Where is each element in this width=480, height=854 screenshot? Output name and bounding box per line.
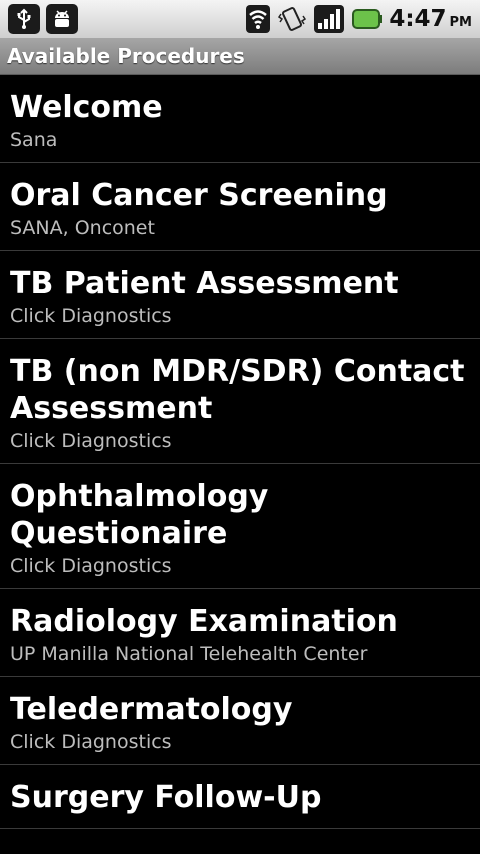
vibrate-icon [277,4,307,34]
title-bar: Available Procedures [0,38,480,75]
procedure-item-oral-cancer-screening[interactable]: Oral Cancer Screening SANA, Onconet [0,163,480,251]
procedure-title: Ophthalmology Questionaire [10,479,269,551]
procedure-list[interactable]: Welcome Sana Oral Cancer Screening SANA,… [0,75,480,854]
procedure-subtitle: Click Diagnostics [10,731,172,753]
procedure-item-radiology-examination[interactable]: Radiology Examination UP Manilla Nationa… [0,589,480,677]
procedure-title: Radiology Examination [10,604,398,639]
procedure-title: Teledermatology [10,692,293,727]
status-bar: 4:47 PM [0,0,480,38]
signal-icon [313,4,345,34]
procedure-item-ophthalmology-questionaire[interactable]: Ophthalmology Questionaire Click Diagnos… [0,464,480,589]
procedure-subtitle: Sana [10,129,58,151]
usb-icon [8,4,40,34]
procedure-subtitle: Click Diagnostics [10,555,172,577]
procedure-item-tb-patient-assessment[interactable]: TB Patient Assessment Click Diagnostics [0,251,480,339]
procedure-title: Welcome [10,90,163,125]
procedure-subtitle: Click Diagnostics [10,305,172,327]
clock: 4:47 PM [389,6,472,32]
procedure-item-teledermatology[interactable]: Teledermatology Click Diagnostics [0,677,480,765]
android-debug-icon [46,4,78,34]
procedure-item-tb-contact-assessment[interactable]: TB (non MDR/SDR) Contact Assessment Clic… [0,339,480,464]
clock-time: 4:47 [389,6,447,32]
procedure-title: Oral Cancer Screening [10,178,388,213]
procedure-title: Surgery Follow-Up [10,780,322,815]
procedure-item-surgery-follow-up[interactable]: Surgery Follow-Up [0,765,480,829]
clock-ampm: PM [449,15,472,30]
procedure-subtitle: UP Manilla National Telehealth Center [10,643,368,665]
wifi-icon [245,4,271,34]
procedure-title: TB (non MDR/SDR) Contact Assessment [10,354,465,426]
battery-icon [351,4,383,34]
procedure-subtitle: Click Diagnostics [10,430,172,452]
page-title: Available Procedures [7,44,245,68]
procedure-title: TB Patient Assessment [10,266,399,301]
procedure-item-welcome[interactable]: Welcome Sana [0,75,480,163]
procedure-subtitle: SANA, Onconet [10,217,155,239]
